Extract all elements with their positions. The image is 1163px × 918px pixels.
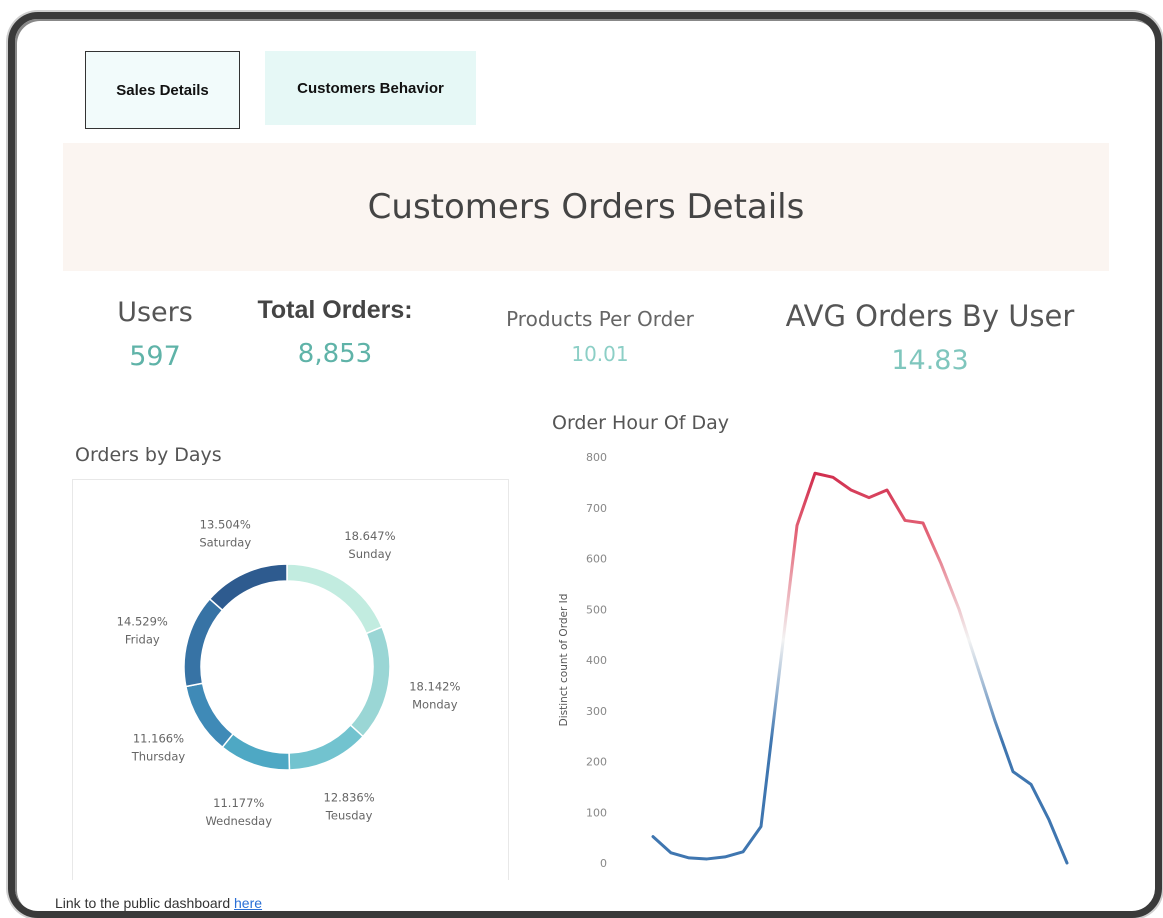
- order-hour-point[interactable]: [812, 470, 818, 476]
- order-hour-point[interactable]: [686, 855, 692, 861]
- order-hour-point[interactable]: [848, 487, 854, 493]
- order-hour-point[interactable]: [902, 517, 908, 523]
- order-hour-point[interactable]: [1064, 860, 1070, 866]
- public-dashboard-link[interactable]: here: [234, 895, 262, 911]
- y-tick-label: 600: [586, 553, 607, 566]
- order-hour-point[interactable]: [722, 854, 728, 860]
- order-hour-point[interactable]: [668, 850, 674, 856]
- y-tick-label: 500: [586, 603, 607, 616]
- dashboard-frame: Sales Details Customers Behavior Custome…: [8, 12, 1162, 918]
- order-hour-point[interactable]: [1028, 781, 1034, 787]
- footer-note: Link to the public dashboard here: [55, 895, 262, 911]
- y-tick-label: 100: [586, 806, 607, 819]
- order-hour-point[interactable]: [758, 823, 764, 829]
- order-hour-point[interactable]: [992, 718, 998, 724]
- y-tick-label: 200: [586, 756, 607, 769]
- order-hour-point[interactable]: [1046, 817, 1052, 823]
- order-hour-point[interactable]: [704, 856, 710, 862]
- order-hour-point[interactable]: [1010, 769, 1016, 775]
- y-tick-label: 800: [586, 451, 607, 464]
- y-tick-label: 400: [586, 654, 607, 667]
- y-tick-label: 0: [600, 857, 607, 870]
- order-hour-point[interactable]: [740, 849, 746, 855]
- order-hour-point[interactable]: [794, 523, 800, 529]
- order-hour-point[interactable]: [920, 520, 926, 526]
- order-hour-point[interactable]: [884, 487, 890, 493]
- y-axis-title: Distinct count of Order Id: [558, 594, 570, 727]
- y-tick-label: 700: [586, 502, 607, 515]
- order-hour-point[interactable]: [974, 662, 980, 668]
- order-hour-point[interactable]: [866, 495, 872, 501]
- order-hour-point[interactable]: [938, 561, 944, 567]
- order-hour-point[interactable]: [650, 834, 656, 840]
- y-tick-label: 300: [586, 705, 607, 718]
- order-hour-point[interactable]: [830, 474, 836, 480]
- order-hour-line[interactable]: [651, 471, 1069, 865]
- order-hour-point[interactable]: [956, 606, 962, 612]
- order-hour-point[interactable]: [776, 672, 782, 678]
- order-hour-chart: 0 100 200 300 400 500 600 700 800 Distinct count …: [558, 451, 1070, 870]
- footer-text: Link to the public dashboard: [55, 895, 235, 911]
